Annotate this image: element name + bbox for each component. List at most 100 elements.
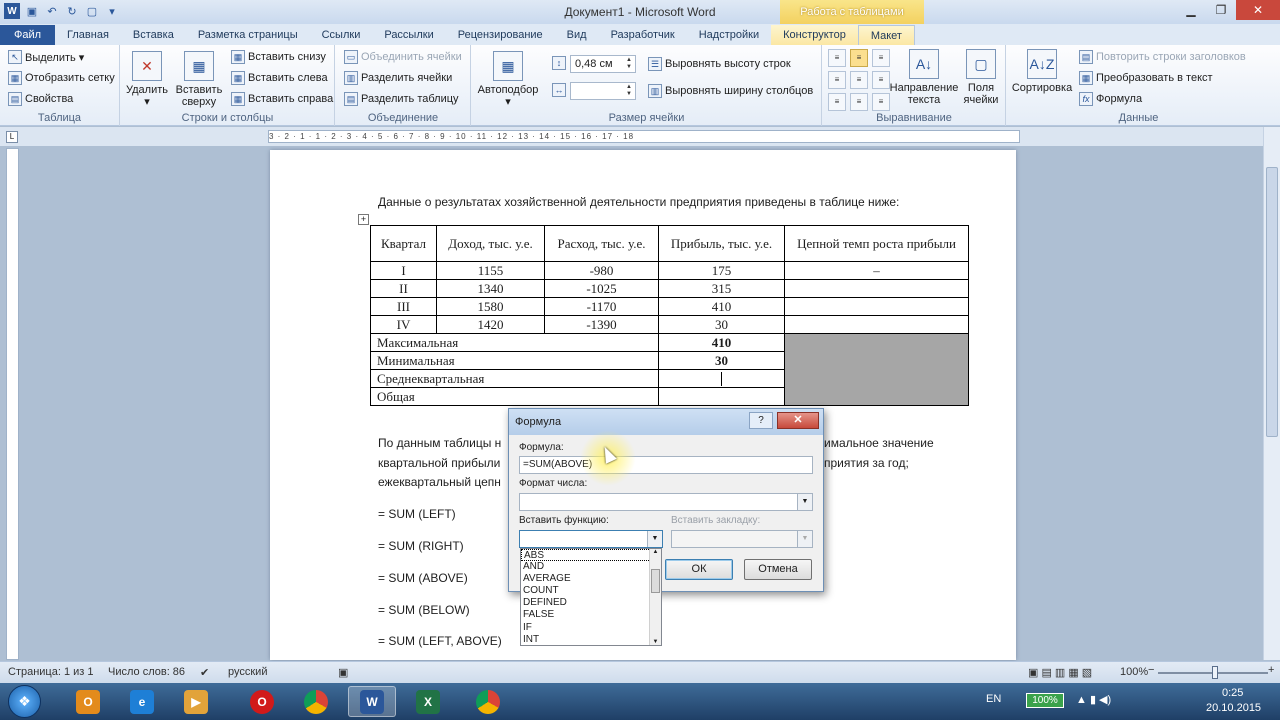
tab-view[interactable]: Вид xyxy=(555,25,599,45)
summary-value[interactable]: 30 xyxy=(658,351,785,370)
merge-cells-button[interactable]: ▭ Объединить ячейки xyxy=(344,50,462,64)
restore-icon[interactable]: ❐ xyxy=(1206,0,1236,20)
insert-right-button[interactable]: ▦ Вставить справа xyxy=(231,92,333,106)
clock-date[interactable]: 20.10.2015 xyxy=(1206,702,1261,714)
vertical-scrollbar[interactable] xyxy=(1263,127,1280,660)
cell-margins-button[interactable]: ▢ Поля ячейки xyxy=(959,49,1003,106)
tab-layout[interactable]: Макет xyxy=(857,25,915,45)
media-player-taskbar-button[interactable]: ▶ xyxy=(172,686,220,717)
insert-bookmark-select[interactable]: ▼ xyxy=(671,530,813,548)
header-expense[interactable]: Расход, тыс. у.е. xyxy=(544,225,659,262)
table-cell[interactable]: – xyxy=(784,261,969,280)
tab-file[interactable]: Файл xyxy=(0,25,56,45)
scroll-down-icon[interactable]: ▼ xyxy=(650,639,661,645)
table-cell[interactable]: IV xyxy=(370,315,437,334)
tab-page-layout[interactable]: Разметка страницы xyxy=(186,25,310,45)
insert-function-select[interactable]: ▼ xyxy=(519,530,663,548)
table-cell[interactable]: 175 xyxy=(658,261,785,280)
list-item[interactable]: AVERAGE xyxy=(521,573,661,585)
word-count[interactable]: Число слов: 86 xyxy=(108,666,185,678)
tab-insert[interactable]: Вставка xyxy=(121,25,186,45)
formula-button[interactable]: fx Формула xyxy=(1079,92,1142,106)
cancel-button[interactable]: Отмена xyxy=(744,559,812,580)
align-top-right-icon[interactable]: ≡ xyxy=(872,49,890,67)
list-item[interactable]: INT xyxy=(521,634,661,645)
list-scrollbar[interactable]: ▲ ▼ xyxy=(649,549,661,645)
list-item[interactable]: DEFINED xyxy=(521,597,661,609)
zoom-out-icon[interactable]: − xyxy=(1148,664,1154,676)
zoom-in-icon[interactable]: + xyxy=(1268,664,1274,676)
opera-taskbar-button[interactable]: O xyxy=(238,686,286,717)
help-button[interactable]: ? xyxy=(749,412,773,429)
table-cell[interactable] xyxy=(784,297,969,316)
shaded-cell[interactable] xyxy=(784,333,969,406)
formula-input[interactable]: =SUM(ABOVE) xyxy=(519,456,813,474)
text-direction-button[interactable]: A↓ Направление текста xyxy=(889,49,959,106)
header-quarter[interactable]: Квартал xyxy=(370,225,437,262)
tab-mailings[interactable]: Рассылки xyxy=(372,25,445,45)
split-cells-button[interactable]: ▥ Разделить ячейки xyxy=(344,71,452,85)
split-table-button[interactable]: ▤ Разделить таблицу xyxy=(344,92,459,106)
list-item[interactable]: ABS xyxy=(521,549,661,562)
list-scrollbar-thumb[interactable] xyxy=(651,569,660,593)
row-height-input[interactable]: 0,48 см xyxy=(570,55,636,73)
summary-label[interactable]: Среднеквартальная xyxy=(370,369,659,388)
tray-icons[interactable]: ▲ ▮ ◀) xyxy=(1076,693,1111,706)
summary-label[interactable]: Максимальная xyxy=(370,333,659,352)
language[interactable]: русский xyxy=(228,666,267,678)
align-middle-right-icon[interactable]: ≡ xyxy=(872,71,890,89)
number-format-select[interactable]: ▼ xyxy=(519,493,813,511)
header-profit[interactable]: Прибыль, тыс. у.е. xyxy=(658,225,785,262)
tab-home[interactable]: Главная xyxy=(55,25,121,45)
ok-button[interactable]: ОК xyxy=(665,559,733,580)
table-cell[interactable]: -1170 xyxy=(544,297,659,316)
table-cell[interactable]: III xyxy=(370,297,437,316)
list-item[interactable]: FALSE xyxy=(521,609,661,621)
autofit-button[interactable]: ▦ Автоподбор ▾ xyxy=(476,51,540,108)
vertical-ruler[interactable] xyxy=(6,148,19,660)
summary-value[interactable] xyxy=(658,387,785,406)
convert-to-text-button[interactable]: ▦ Преобразовать в текст xyxy=(1079,71,1213,85)
view-buttons[interactable]: ▣ ▤ ▥ ▦ ▧ xyxy=(1028,666,1092,679)
outlook-taskbar-button[interactable]: O xyxy=(64,686,112,717)
table-cell[interactable]: 30 xyxy=(658,315,785,334)
chevron-down-icon[interactable]: ▼ xyxy=(797,494,812,510)
clock-time[interactable]: 0:25 xyxy=(1222,687,1243,699)
start-button[interactable]: ❖ xyxy=(8,685,41,718)
proofing-icon[interactable]: ✔ xyxy=(200,666,209,679)
zoom-slider-thumb[interactable] xyxy=(1212,666,1218,679)
table-cell[interactable]: -980 xyxy=(544,261,659,280)
word-taskbar-button[interactable]: W xyxy=(348,686,396,717)
sort-button[interactable]: A↓Z Сортировка xyxy=(1009,49,1075,94)
align-top-left-icon[interactable]: ≡ xyxy=(828,49,846,67)
summary-label[interactable]: Общая xyxy=(370,387,659,406)
table-cell[interactable] xyxy=(784,315,969,334)
summary-value-active[interactable] xyxy=(658,369,785,388)
align-middle-left-icon[interactable]: ≡ xyxy=(828,71,846,89)
table-cell[interactable]: II xyxy=(370,279,437,298)
table-cell[interactable]: 1580 xyxy=(436,297,545,316)
language-indicator[interactable]: EN xyxy=(986,693,1001,705)
list-item[interactable]: IF xyxy=(521,622,661,634)
insert-below-button[interactable]: ▦ Вставить снизу xyxy=(231,50,326,64)
align-bottom-left-icon[interactable]: ≡ xyxy=(828,93,846,111)
select-button[interactable]: ↖ Выделить ▾ xyxy=(8,50,84,64)
table-cell[interactable]: 315 xyxy=(658,279,785,298)
table-cell[interactable]: 1420 xyxy=(436,315,545,334)
header-income[interactable]: Доход, тыс. у.е. xyxy=(436,225,545,262)
table-move-handle-icon[interactable]: + xyxy=(358,214,369,225)
summary-value[interactable]: 410 xyxy=(658,333,785,352)
function-dropdown-list[interactable]: ABS AND AVERAGE COUNT DEFINED FALSE IF I… xyxy=(520,548,662,646)
chrome-taskbar-button[interactable] xyxy=(292,686,340,717)
excel-taskbar-button[interactable]: X xyxy=(404,686,452,717)
insert-above-button[interactable]: ▦ Вставить сверху xyxy=(175,51,223,108)
chevron-down-icon[interactable]: ▼ xyxy=(797,531,812,547)
zoom-level[interactable]: 100% xyxy=(1120,666,1148,678)
distribute-columns-button[interactable]: ▥ Выровнять ширину столбцов xyxy=(648,84,813,98)
align-bottom-center-icon[interactable]: ≡ xyxy=(850,93,868,111)
scrollbar-thumb[interactable] xyxy=(1266,167,1278,437)
tab-review[interactable]: Рецензирование xyxy=(446,25,555,45)
repeat-header-rows-button[interactable]: ▤ Повторить строки заголовков xyxy=(1079,50,1246,64)
table-cell[interactable]: 1340 xyxy=(436,279,545,298)
table-cell[interactable]: 1155 xyxy=(436,261,545,280)
